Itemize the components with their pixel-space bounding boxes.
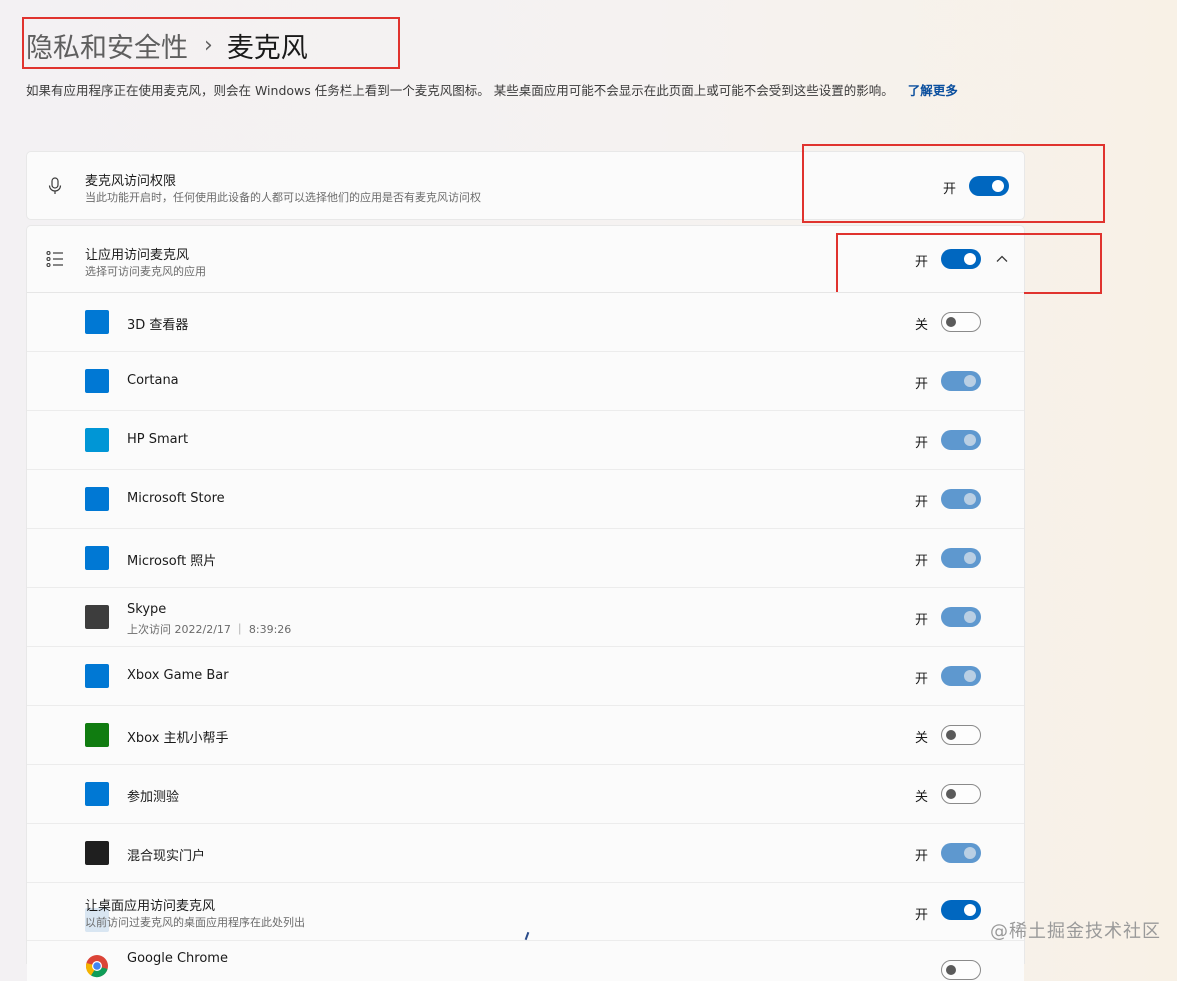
app-toggle-take-a-test[interactable]: [941, 784, 981, 804]
desktop-access-subtitle: 以前访问过麦克风的桌面应用程序在此处列出: [85, 916, 305, 929]
microphone-access-state: 开: [943, 182, 957, 197]
toggle-knob: [946, 730, 956, 740]
app-toggle-cortana[interactable]: [941, 371, 981, 391]
app-name: 3D 查看器: [127, 318, 189, 333]
microphone-access-card: 麦克风访问权限 当此功能开启时，任何使用此设备的人都可以选择他们的应用是否有麦克…: [26, 151, 1025, 220]
toggle-knob: [964, 434, 976, 446]
list-icon: [46, 250, 63, 268]
breadcrumb: 隐私和安全性 › 麦克风: [26, 22, 308, 68]
app-name: 参加测验: [127, 790, 180, 805]
toggle-knob: [964, 493, 976, 505]
app-row-mixed-reality-portal: 混合现实门户 开: [27, 824, 1024, 883]
app-state: 开: [915, 672, 929, 687]
app-toggle-hp-smart[interactable]: [941, 430, 981, 450]
app-row-xbox-companion: Xbox 主机小帮手 关: [27, 706, 1024, 765]
toggle-knob: [964, 253, 976, 265]
microsoft-store-app-icon: [85, 487, 109, 511]
mixed-reality-portal-app-icon: [85, 841, 109, 865]
desktop-access-title: 让桌面应用访问麦克风: [85, 899, 216, 914]
app-toggle-mixed-reality-portal[interactable]: [941, 843, 981, 863]
app-state: 开: [915, 377, 929, 392]
cortana-app-icon: [85, 369, 109, 393]
app-toggle-xbox-companion[interactable]: [941, 725, 981, 745]
app-name: Xbox Game Bar: [127, 668, 229, 683]
microphone-access-title: 麦克风访问权限: [85, 174, 177, 189]
app-name: Microsoft 照片: [127, 554, 217, 569]
app-row-microsoft-store: Microsoft Store 开: [27, 470, 1024, 529]
desktop-access-row: 让桌面应用访问麦克风 以前访问过麦克风的桌面应用程序在此处列出 开: [27, 883, 1024, 941]
app-toggle-skype[interactable]: [941, 607, 981, 627]
page-title: 麦克风: [226, 32, 308, 64]
toggle-knob: [992, 180, 1004, 192]
microphone-access-toggle[interactable]: [969, 176, 1009, 196]
app-state: 开: [915, 849, 929, 864]
app-row-hp-smart: HP Smart 开: [27, 411, 1024, 470]
app-toggle-google-chrome[interactable]: [941, 960, 981, 980]
app-row-microsoft-photos: Microsoft 照片 开: [27, 529, 1024, 588]
toggle-knob: [964, 670, 976, 682]
app-access-toggle[interactable]: [941, 249, 981, 269]
breadcrumb-parent[interactable]: 隐私和安全性: [26, 26, 188, 65]
xbox-game-bar-app-icon: [85, 664, 109, 688]
description-text: 如果有应用程序正在使用麦克风，则会在 Windows 任务栏上看到一个麦克风图标…: [26, 83, 894, 98]
toggle-knob: [946, 789, 956, 799]
app-name: Microsoft Store: [127, 491, 225, 506]
chevron-up-icon[interactable]: [995, 252, 1009, 266]
app-state: 开: [915, 554, 929, 569]
toggle-knob: [964, 375, 976, 387]
app-name: HP Smart: [127, 432, 189, 447]
app-row-cortana: Cortana 开: [27, 352, 1024, 411]
toggle-knob: [946, 317, 956, 327]
app-toggle-3d-viewer[interactable]: [941, 312, 981, 332]
app-name: 混合现实门户: [127, 849, 206, 864]
app-row-take-a-test: 参加测验 关: [27, 765, 1024, 824]
toggle-knob: [964, 552, 976, 564]
app-row-3d-viewer: 3D 查看器 关: [27, 293, 1024, 352]
take-a-test-app-icon: [85, 782, 109, 806]
app-state: 关: [915, 318, 929, 333]
app-last-access: 上次访问 2022/2/17 ｜ 8:39:26: [127, 623, 292, 636]
watermark: @稀土掘金技术社区: [990, 921, 1161, 942]
app-toggle-microsoft-store[interactable]: [941, 489, 981, 509]
app-state: 关: [915, 790, 929, 805]
desktop-app-row-google-chrome: Google Chrome: [27, 941, 1024, 981]
app-row-xbox-game-bar: Xbox Game Bar 开: [27, 647, 1024, 706]
microsoft-photos-app-icon: [85, 546, 109, 570]
app-name: Cortana: [127, 373, 179, 388]
app-toggle-microsoft-photos[interactable]: [941, 548, 981, 568]
app-name: Xbox 主机小帮手: [127, 731, 229, 746]
app-access-title: 让应用访问麦克风: [85, 248, 190, 263]
breadcrumb-separator-icon: ›: [204, 32, 213, 58]
hp-smart-app-icon: [85, 428, 109, 452]
xbox-companion-app-icon: [85, 723, 109, 747]
app-row-skype: Skype 上次访问 2022/2/17 ｜ 8:39:26 开: [27, 588, 1024, 647]
app-name: Skype: [127, 602, 167, 617]
desktop-access-state: 开: [915, 908, 929, 923]
app-state: 开: [915, 495, 929, 510]
skype-app-icon: [85, 605, 109, 629]
toggle-knob: [964, 904, 976, 916]
page-description: 如果有应用程序正在使用麦克风，则会在 Windows 任务栏上看到一个麦克风图标…: [26, 82, 1026, 100]
app-toggle-xbox-game-bar[interactable]: [941, 666, 981, 686]
toggle-knob: [946, 965, 956, 975]
google-chrome-app-icon: [85, 955, 108, 978]
app-access-state: 开: [915, 255, 929, 270]
app-state: 关: [915, 731, 929, 746]
app-state: 开: [915, 436, 929, 451]
microphone-access-subtitle: 当此功能开启时，任何使用此设备的人都可以选择他们的应用是否有麦克风访问权: [85, 191, 481, 204]
3d-viewer-app-icon: [85, 310, 109, 334]
microphone-icon: [48, 176, 62, 194]
desktop-access-toggle[interactable]: [941, 900, 981, 920]
learn-more-link[interactable]: 了解更多: [908, 83, 958, 98]
toggle-knob: [964, 847, 976, 859]
app-access-subtitle: 选择可访问麦克风的应用: [85, 265, 206, 278]
toggle-knob: [964, 611, 976, 623]
app-state: 开: [915, 613, 929, 628]
